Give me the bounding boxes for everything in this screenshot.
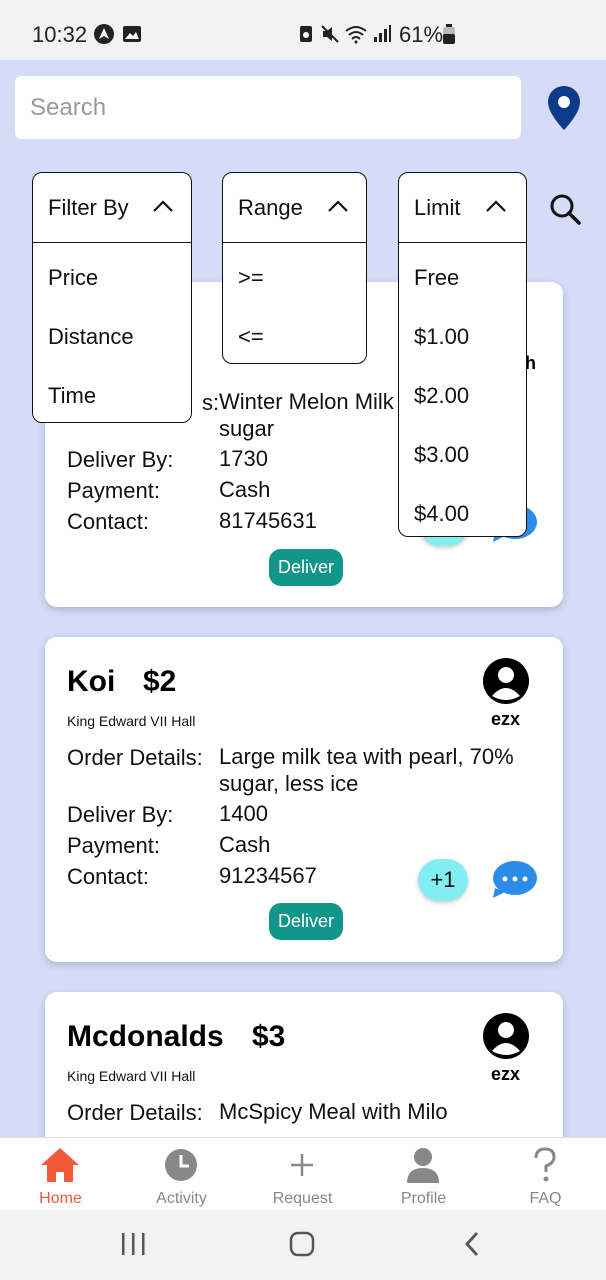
limit-option-2[interactable]: $2.00 bbox=[414, 383, 469, 409]
filter-by-dropdown[interactable]: Filter By Price Distance Time bbox=[32, 172, 192, 423]
payment-label: Payment: bbox=[67, 833, 160, 858]
battery-icon bbox=[443, 24, 455, 44]
limit-option-1[interactable]: $1.00 bbox=[414, 324, 469, 350]
nav-request[interactable]: Request bbox=[242, 1138, 363, 1211]
nav-label-faq: FAQ bbox=[529, 1190, 562, 1207]
battery-percent: 61% bbox=[399, 22, 444, 47]
order-details-label: Order Details: bbox=[67, 1100, 203, 1125]
avatar[interactable] bbox=[483, 658, 529, 704]
user-name: ezx bbox=[491, 1064, 521, 1084]
order-details-label: Order Details: bbox=[67, 745, 203, 770]
range-title: Range bbox=[238, 195, 303, 220]
mute-icon bbox=[321, 25, 339, 43]
bottom-navigation: Home Activity Request Profile FAQ bbox=[0, 1137, 606, 1210]
search-input[interactable] bbox=[15, 76, 521, 139]
wifi-icon bbox=[345, 26, 367, 44]
question-icon bbox=[534, 1147, 556, 1182]
avatar[interactable] bbox=[483, 1013, 529, 1059]
order-details-value: McSpicy Meal with Milo bbox=[219, 1099, 448, 1124]
deliver-by-label: Deliver By: bbox=[67, 447, 174, 472]
nav-label-home: Home bbox=[39, 1190, 82, 1207]
deliver-button[interactable]: Deliver bbox=[269, 903, 344, 940]
filter-by-header[interactable]: Filter By bbox=[33, 173, 191, 243]
filter-by-title: Filter By bbox=[48, 195, 129, 220]
deliver-button[interactable]: Deliver bbox=[269, 549, 344, 586]
signal-icon bbox=[374, 25, 391, 42]
chevron-up-icon bbox=[486, 200, 506, 212]
navigation-app-icon bbox=[94, 24, 114, 44]
plus-icon bbox=[291, 1154, 313, 1176]
order-details-value: Large milk tea with pearl, 70% sugar, le… bbox=[219, 744, 514, 796]
limit-title: Limit bbox=[414, 195, 461, 220]
home-icon bbox=[41, 1148, 79, 1182]
chevron-up-icon bbox=[328, 200, 348, 212]
contact-label: Contact: bbox=[67, 509, 149, 534]
range-option-lte[interactable]: <= bbox=[238, 324, 264, 350]
gallery-icon bbox=[123, 26, 141, 42]
chevron-up-icon bbox=[153, 200, 173, 212]
chat-icon[interactable] bbox=[491, 860, 539, 900]
payment-value: Cash bbox=[219, 832, 271, 857]
nav-label-activity: Activity bbox=[156, 1190, 207, 1207]
limit-option-4[interactable]: $4.00 bbox=[414, 501, 469, 527]
person-icon bbox=[407, 1148, 439, 1183]
order-price: $3 bbox=[252, 1020, 286, 1053]
order-location: King Edward VII Hall bbox=[67, 1068, 196, 1084]
status-time: 10:32 bbox=[32, 22, 88, 47]
deliver-by-label: Deliver By: bbox=[67, 802, 174, 827]
contact-value: 91234567 bbox=[219, 863, 317, 888]
limit-option-3[interactable]: $3.00 bbox=[414, 442, 469, 468]
filter-option-distance[interactable]: Distance bbox=[48, 324, 134, 350]
order-price: $2 bbox=[143, 665, 177, 698]
home-button-icon[interactable] bbox=[288, 1230, 316, 1258]
search-icon[interactable] bbox=[548, 192, 582, 226]
nav-home[interactable]: Home bbox=[0, 1138, 121, 1211]
nav-label-profile: Profile bbox=[400, 1190, 447, 1207]
nav-activity[interactable]: Activity bbox=[121, 1138, 242, 1211]
restaurant-name: Koi bbox=[67, 665, 116, 698]
restaurant-name: Mcdonalds bbox=[67, 1020, 224, 1053]
system-navigation bbox=[0, 1210, 606, 1280]
order-card[interactable]: Koi $2 King Edward VII Hall ezx Order De… bbox=[45, 637, 563, 962]
search-box[interactable] bbox=[15, 76, 521, 139]
clock-icon bbox=[165, 1149, 197, 1181]
order-details-label: s: bbox=[202, 390, 220, 415]
range-header[interactable]: Range bbox=[223, 173, 366, 243]
order-location: King Edward VII Hall bbox=[67, 713, 196, 729]
user-name: ezx bbox=[491, 709, 521, 729]
limit-option-free[interactable]: Free bbox=[414, 265, 459, 291]
join-button[interactable]: +1 bbox=[418, 859, 468, 901]
filter-option-time[interactable]: Time bbox=[48, 383, 96, 409]
nav-profile[interactable]: Profile bbox=[363, 1138, 484, 1211]
range-dropdown[interactable]: Range >= <= bbox=[222, 172, 367, 364]
contact-label: Contact: bbox=[67, 864, 149, 889]
location-pin-icon[interactable] bbox=[548, 86, 580, 130]
limit-dropdown[interactable]: Limit Free $1.00 $2.00 $3.00 $4.00 bbox=[398, 172, 527, 537]
nav-label-request: Request bbox=[272, 1190, 333, 1207]
status-bar: 10:32 61% bbox=[0, 0, 606, 60]
payment-label: Payment: bbox=[67, 478, 160, 503]
recent-apps-icon[interactable] bbox=[120, 1230, 146, 1258]
back-icon[interactable] bbox=[462, 1230, 482, 1258]
battery-saver-icon bbox=[300, 26, 312, 42]
nav-faq[interactable]: FAQ bbox=[485, 1138, 606, 1211]
deliver-by-value: 1400 bbox=[219, 801, 268, 826]
range-option-gte[interactable]: >= bbox=[238, 265, 264, 291]
limit-header[interactable]: Limit bbox=[399, 173, 526, 243]
filter-option-price[interactable]: Price bbox=[48, 265, 98, 291]
